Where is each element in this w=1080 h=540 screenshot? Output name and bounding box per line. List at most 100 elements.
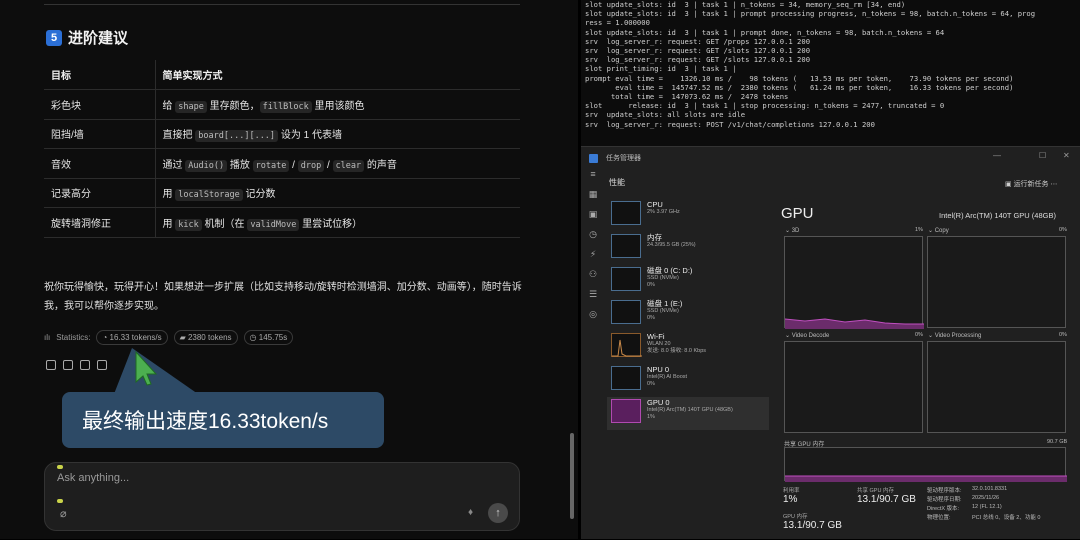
resource-detail: Intel(R) AI Boost xyxy=(647,374,688,380)
driver-date-value: 2025/11/26 xyxy=(972,495,1000,501)
impl-text: 给 xyxy=(162,100,176,112)
graph-video-processing-pct: 0% xyxy=(1059,332,1067,338)
resource-usage: 0% xyxy=(647,282,655,288)
resource-item[interactable]: 磁盘 0 (C: D:) SSD (NVMe) 0% xyxy=(607,265,769,298)
directx-value: 12 (FL 12.1) xyxy=(972,504,1002,510)
task-manager-window: 任务管理器 — ☐ ✕ ≡ ▦ ▣ ◷ ⚡ ⚇ ☰ ◎ 性能 ▣ 运行新任务 ⋯… xyxy=(581,146,1080,539)
users-icon[interactable]: ⚇ xyxy=(581,269,605,289)
message-actions xyxy=(46,360,107,370)
menu-icon[interactable]: ≡ xyxy=(581,169,605,189)
section-title: 进阶建议 xyxy=(68,30,129,47)
inline-code: localStorage xyxy=(175,189,243,202)
terminal-line: srv log_server_r: request: POST /v1/chat… xyxy=(585,119,875,129)
copy-icon[interactable] xyxy=(46,360,56,370)
table-row: 记录高分用 localStorage 记分数 xyxy=(44,178,520,208)
driver-version-value: 32.0.101.8331 xyxy=(972,486,1008,492)
resource-item[interactable]: GPU 0 Intel(R) Arc(TM) 140T GPU (48GB) 1% xyxy=(607,397,769,430)
startup-icon[interactable]: ⚡ xyxy=(581,249,605,269)
resource-detail: 24.3/95.5 GB (25%) xyxy=(647,242,696,248)
resource-item[interactable]: 内存 24.3/95.5 GB (25%) xyxy=(607,232,769,265)
impl-cell: 直接把 board[...][...] 设为 1 代表墙 xyxy=(155,119,520,149)
goal-cell: 旋转墙洞修正 xyxy=(44,207,156,238)
directx-label: DirectX 版本: xyxy=(927,506,960,512)
cursor-arrow-icon xyxy=(135,350,158,386)
resource-name: CPU xyxy=(647,200,663,209)
task-manager-titlebar: 任务管理器 xyxy=(581,147,1080,169)
history-icon[interactable]: ◷ xyxy=(581,229,605,249)
processes-icon[interactable]: ▦ xyxy=(581,189,605,209)
tokens-chip: ▰ 2380 tokens xyxy=(173,330,238,345)
graph-shared-memory xyxy=(784,447,1067,482)
graph-3d-name: 3D xyxy=(791,228,800,234)
scrollbar[interactable] xyxy=(570,433,574,519)
location-label: 物理位置: xyxy=(927,515,951,521)
window-title: 任务管理器 xyxy=(606,155,641,162)
gpu-name: Intel(R) Arc(TM) 140T GPU (48GB) xyxy=(939,211,1056,220)
resource-item[interactable]: NPU 0 Intel(R) AI Boost 0% xyxy=(607,364,769,397)
resource-usage: 1% xyxy=(647,414,655,420)
resource-mini-graph xyxy=(611,201,641,225)
inline-code: fillBlock xyxy=(259,100,312,113)
gpu-mem-label: GPU 内存 xyxy=(783,514,808,520)
driver-version-label: 驱动程序版本: xyxy=(927,488,962,494)
resource-item[interactable]: Wi-Fi WLAN 20 发送: 8.0 接收: 8.0 Kbps xyxy=(607,331,769,364)
resource-mini-graph xyxy=(611,366,641,390)
resource-detail: 2% 3.97 GHz xyxy=(647,209,680,215)
tokens-value: 2380 tokens xyxy=(187,333,232,342)
mic-icon[interactable]: ♦ xyxy=(468,507,473,518)
details-icon[interactable]: ☰ xyxy=(581,289,605,309)
minimize-icon[interactable]: — xyxy=(993,151,1001,160)
utilization-label: 利用率 xyxy=(783,488,800,494)
attach-icon[interactable]: ⌀ xyxy=(60,507,67,520)
edit-icon[interactable] xyxy=(63,360,73,370)
inline-code: board[...][...] xyxy=(195,130,279,143)
graph-copy-pct: 0% xyxy=(1059,227,1067,233)
table-header-row: 目标 简单实现方式 xyxy=(44,60,520,90)
resource-name: 磁盘 0 (C: D:) xyxy=(647,266,693,275)
impl-cell: 用 localStorage 记分数 xyxy=(155,178,520,208)
impl-text: 用 xyxy=(162,189,176,201)
page-title: 性能 xyxy=(609,178,625,187)
send-button[interactable]: ↑ xyxy=(488,503,508,523)
terminal-line: srv update_slots: all slots are idle xyxy=(585,110,746,120)
services-icon[interactable]: ◎ xyxy=(581,309,605,329)
resource-item[interactable]: CPU 2% 3.97 GHz xyxy=(607,199,769,232)
impl-text: 里尝试位移） xyxy=(299,218,363,230)
close-icon[interactable]: ✕ xyxy=(1063,151,1070,160)
terminal-line: slot update_slots: id 3 | task 1 | promp… xyxy=(585,9,1036,19)
chat-input-box[interactable]: Ask anything... ⌀ ♦ ↑ xyxy=(44,462,520,531)
regenerate-icon[interactable] xyxy=(80,360,90,370)
utilization-value: 1% xyxy=(783,494,798,505)
run-new-task-label: 运行新任务 xyxy=(1013,181,1049,188)
resource-detail: SSD (NVMe) xyxy=(647,275,679,281)
inline-code: rotate xyxy=(252,159,290,172)
chat-input-placeholder[interactable]: Ask anything... xyxy=(57,472,129,484)
impl-text: 设为 1 代表墙 xyxy=(278,130,342,142)
resource-name: Wi-Fi xyxy=(647,332,665,341)
impl-text: 通过 xyxy=(162,159,186,171)
graph-3d-pct: 1% xyxy=(915,227,923,233)
impl-text: 播放 xyxy=(227,159,253,171)
impl-text: / xyxy=(324,159,333,171)
resource-usage: 0% xyxy=(647,315,655,321)
resource-detail: Intel(R) Arc(TM) 140T GPU (48GB) xyxy=(647,407,733,413)
performance-icon[interactable]: ▣ xyxy=(581,209,605,229)
terminal-line: prompt eval time = 1326.10 ms / 98 token… xyxy=(585,73,1014,83)
suggestion-table: 目标 简单实现方式 彩色块给 shape 里存颜色， fillBlock 里用该颜… xyxy=(44,60,520,238)
chat-panel: 5 进阶建议 目标 简单实现方式 彩色块给 shape 里存颜色， fillBlo… xyxy=(0,0,578,539)
chart-icon: ılı xyxy=(44,333,51,342)
inline-code: shape xyxy=(175,100,207,113)
resource-usage: 发送: 8.0 接收: 8.0 Kbps xyxy=(647,348,706,354)
maximize-icon[interactable]: ☐ xyxy=(1039,151,1046,160)
run-new-task-button[interactable]: ▣ 运行新任务 ⋯ xyxy=(1005,179,1058,189)
impl-cell: 给 shape 里存颜色， fillBlock 里用该颜色 xyxy=(155,89,520,120)
impl-text: / xyxy=(289,159,298,171)
table-row: 音效 通过 Audio() 播放 rotate / drop / clear 的声… xyxy=(44,148,520,179)
goal-cell: 彩色块 xyxy=(44,89,156,120)
graph-copy xyxy=(927,236,1066,328)
impl-text: 的声音 xyxy=(364,159,397,171)
impl-text: 机制（在 xyxy=(201,218,248,230)
resource-item[interactable]: 磁盘 1 (E:) SSD (NVMe) 0% xyxy=(607,298,769,331)
delete-icon[interactable] xyxy=(97,360,107,370)
impl-text: 直接把 xyxy=(162,130,196,142)
